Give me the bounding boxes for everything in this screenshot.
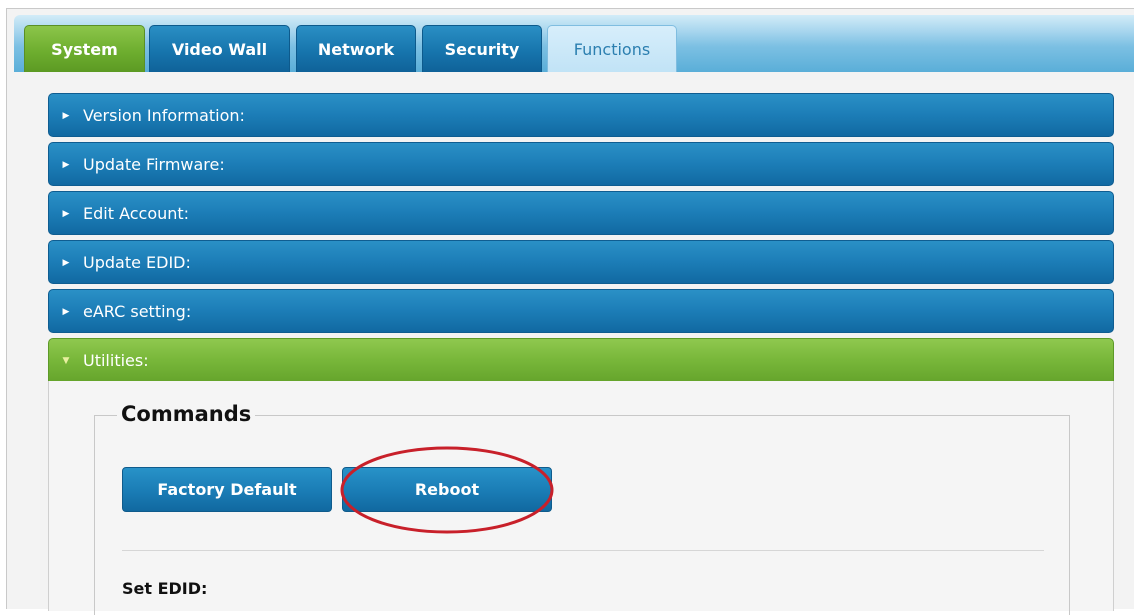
tab-security-label: Security <box>444 39 520 59</box>
section-update-edid[interactable]: ▶ Update EDID: <box>48 240 1114 284</box>
commands-legend: Commands <box>117 402 256 426</box>
tab-functions-label: Functions <box>573 39 651 59</box>
tab-security[interactable]: Security <box>422 25 542 72</box>
tab-system[interactable]: System <box>24 25 145 72</box>
triangle-right-icon: ▶ <box>62 110 70 121</box>
triangle-right-icon: ▶ <box>62 159 70 170</box>
tab-system-label: System <box>51 39 118 59</box>
commands-fieldset <box>94 415 1070 615</box>
triangle-down-icon: ▼ <box>62 355 70 366</box>
tab-video-wall-label: Video Wall <box>171 39 268 59</box>
reboot-button[interactable]: Reboot <box>342 467 552 512</box>
factory-default-button-label: Factory Default <box>157 480 297 499</box>
section-update-edid-label: Update EDID: <box>83 252 191 272</box>
triangle-right-icon: ▶ <box>62 208 70 219</box>
tab-video-wall[interactable]: Video Wall <box>149 25 290 72</box>
section-earc-setting-label: eARC setting: <box>83 301 192 321</box>
triangle-right-icon: ▶ <box>62 257 70 268</box>
triangle-right-icon: ▶ <box>62 306 70 317</box>
section-earc-setting[interactable]: ▶ eARC setting: <box>48 289 1114 333</box>
tab-network[interactable]: Network <box>296 25 416 72</box>
tab-network-label: Network <box>317 39 395 59</box>
section-update-firmware[interactable]: ▶ Update Firmware: <box>48 142 1114 186</box>
set-edid-label: Set EDID: <box>122 579 208 598</box>
tab-functions[interactable]: Functions <box>547 25 677 72</box>
section-utilities[interactable]: ▼ Utilities: <box>48 338 1114 382</box>
section-edit-account[interactable]: ▶ Edit Account: <box>48 191 1114 235</box>
section-version-information-label: Version Information: <box>83 105 245 125</box>
tab-bar: System Video Wall Network Security Funct… <box>14 15 1134 72</box>
section-edit-account-label: Edit Account: <box>83 203 190 223</box>
section-utilities-label: Utilities: <box>83 350 149 370</box>
divider <box>122 550 1044 551</box>
section-update-firmware-label: Update Firmware: <box>83 154 225 174</box>
factory-default-button[interactable]: Factory Default <box>122 467 332 512</box>
section-version-information[interactable]: ▶ Version Information: <box>48 93 1114 137</box>
reboot-button-label: Reboot <box>414 480 480 499</box>
